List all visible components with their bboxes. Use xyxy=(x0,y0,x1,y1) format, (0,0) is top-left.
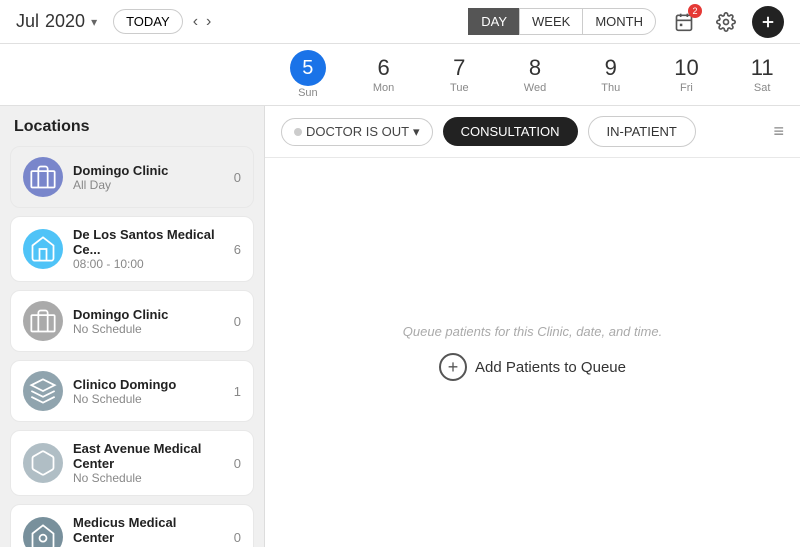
day-number-6: 6 xyxy=(377,55,389,81)
doctor-out-chevron-icon: ▾ xyxy=(413,124,420,140)
location-sub-3: No Schedule xyxy=(73,322,215,336)
location-info-3: Domingo Clinic No Schedule xyxy=(73,307,215,336)
prev-arrow-button[interactable]: ‹ xyxy=(189,11,202,33)
location-info-6: Medicus Medical Center No Schedule xyxy=(73,515,215,547)
day-name-sat: Sat xyxy=(724,82,800,94)
content-toolbar: DOCTOR IS OUT ▾ CONSULTATION IN-PATIENT … xyxy=(265,106,800,158)
day-name-fri: Fri xyxy=(649,82,725,94)
doctor-is-out-button[interactable]: DOCTOR IS OUT ▾ xyxy=(281,118,433,146)
day-cell-sat: 11 Sat xyxy=(724,55,800,94)
current-month: Jul xyxy=(16,11,39,32)
location-sub-5: No Schedule xyxy=(73,471,215,485)
location-info-4: Clinico Domingo No Schedule xyxy=(73,377,215,406)
menu-icon[interactable]: ≡ xyxy=(773,121,784,142)
location-avatar-2 xyxy=(23,229,63,269)
location-count-1: 0 xyxy=(225,170,241,185)
day-cell-sun: 5 Sun xyxy=(270,50,346,99)
location-count-5: 0 xyxy=(225,456,241,471)
day-row: 5 Sun 6 Mon 7 Tue 8 Wed 9 Thu 10 Fri 11 … xyxy=(0,44,800,106)
main-layout: Locations Domingo Clinic All Day 0 D xyxy=(0,106,800,547)
content-body: Queue patients for this Clinic, date, an… xyxy=(265,158,800,547)
day-name-wed: Wed xyxy=(497,82,573,94)
app-header: Jul 2020 ▾ TODAY ‹ › DAY WEEK MONTH 2 xyxy=(0,0,800,44)
next-arrow-button[interactable]: › xyxy=(202,11,215,33)
location-count-2: 6 xyxy=(225,242,241,257)
day-number-8: 8 xyxy=(529,55,541,81)
location-item-domingo-noschedule[interactable]: Domingo Clinic No Schedule 0 xyxy=(10,290,254,352)
month-view-button[interactable]: MONTH xyxy=(582,8,656,35)
location-avatar-1 xyxy=(23,157,63,197)
queue-hint-text: Queue patients for this Clinic, date, an… xyxy=(403,324,662,339)
location-name-6: Medicus Medical Center xyxy=(73,515,215,545)
day-name-mon: Mon xyxy=(346,82,422,94)
location-name-5: East Avenue Medical Center xyxy=(73,441,215,471)
day-number-11: 11 xyxy=(751,55,774,81)
day-number-10: 10 xyxy=(674,55,698,81)
today-button[interactable]: TODAY xyxy=(113,9,183,34)
location-name-4: Clinico Domingo xyxy=(73,377,215,392)
location-name-3: Domingo Clinic xyxy=(73,307,215,322)
add-patients-label: Add Patients to Queue xyxy=(475,359,626,376)
location-sub-4: No Schedule xyxy=(73,392,215,406)
location-info-5: East Avenue Medical Center No Schedule xyxy=(73,441,215,485)
add-button[interactable] xyxy=(752,6,784,38)
inpatient-tab-button[interactable]: IN-PATIENT xyxy=(588,116,696,147)
current-year: 2020 xyxy=(45,11,85,32)
day-cell-thu: 9 Thu xyxy=(573,55,649,94)
day-name-tue: Tue xyxy=(421,82,497,94)
day-name-sun: Sun xyxy=(270,87,346,99)
location-sub-1: All Day xyxy=(73,178,215,192)
notification-badge: 2 xyxy=(688,4,702,18)
month-year-display: Jul 2020 ▾ xyxy=(16,11,97,32)
day-cell-wed: 8 Wed xyxy=(497,55,573,94)
location-count-3: 0 xyxy=(225,314,241,329)
sidebar: Locations Domingo Clinic All Day 0 D xyxy=(0,106,265,547)
location-name-2: De Los Santos Medical Ce... xyxy=(73,227,215,257)
location-info-2: De Los Santos Medical Ce... 08:00 - 10:0… xyxy=(73,227,215,271)
doctor-out-label: DOCTOR IS OUT xyxy=(306,124,409,139)
add-patients-button[interactable]: + Add Patients to Queue xyxy=(439,353,626,381)
location-item-clinico[interactable]: Clinico Domingo No Schedule 1 xyxy=(10,360,254,422)
calendar-icon-button[interactable]: 2 xyxy=(668,6,700,38)
add-circle-icon: + xyxy=(439,353,467,381)
location-avatar-6 xyxy=(23,517,63,547)
content-area: DOCTOR IS OUT ▾ CONSULTATION IN-PATIENT … xyxy=(265,106,800,547)
doctor-status-dot xyxy=(294,128,302,136)
location-avatar-4 xyxy=(23,371,63,411)
view-toggle: DAY WEEK MONTH xyxy=(468,8,656,35)
day-cell-tue: 7 Tue xyxy=(421,55,497,94)
location-info-1: Domingo Clinic All Day xyxy=(73,163,215,192)
day-number-9: 9 xyxy=(605,55,617,81)
location-name-1: Domingo Clinic xyxy=(73,163,215,178)
day-number-5: 5 xyxy=(290,50,326,86)
day-cell-fri: 10 Fri xyxy=(649,55,725,94)
location-avatar-3 xyxy=(23,301,63,341)
month-chevron-icon[interactable]: ▾ xyxy=(91,15,97,29)
location-item-domingo-allday[interactable]: Domingo Clinic All Day 0 xyxy=(10,146,254,208)
location-sub-2: 08:00 - 10:00 xyxy=(73,257,215,271)
header-icons: 2 xyxy=(668,6,784,38)
location-item-eastavenue[interactable]: East Avenue Medical Center No Schedule 0 xyxy=(10,430,254,496)
location-count-4: 1 xyxy=(225,384,241,399)
day-cell-mon: 6 Mon xyxy=(346,55,422,94)
location-avatar-5 xyxy=(23,443,63,483)
week-view-button[interactable]: WEEK xyxy=(519,8,582,35)
location-item-delossantos[interactable]: De Los Santos Medical Ce... 08:00 - 10:0… xyxy=(10,216,254,282)
day-view-button[interactable]: DAY xyxy=(468,8,519,35)
location-count-6: 0 xyxy=(225,530,241,545)
day-name-thu: Thu xyxy=(573,82,649,94)
consultation-tab-button[interactable]: CONSULTATION xyxy=(443,117,578,146)
day-number-7: 7 xyxy=(453,55,465,81)
location-item-medicus[interactable]: Medicus Medical Center No Schedule 0 xyxy=(10,504,254,547)
settings-icon-button[interactable] xyxy=(710,6,742,38)
sidebar-title: Locations xyxy=(10,118,254,136)
